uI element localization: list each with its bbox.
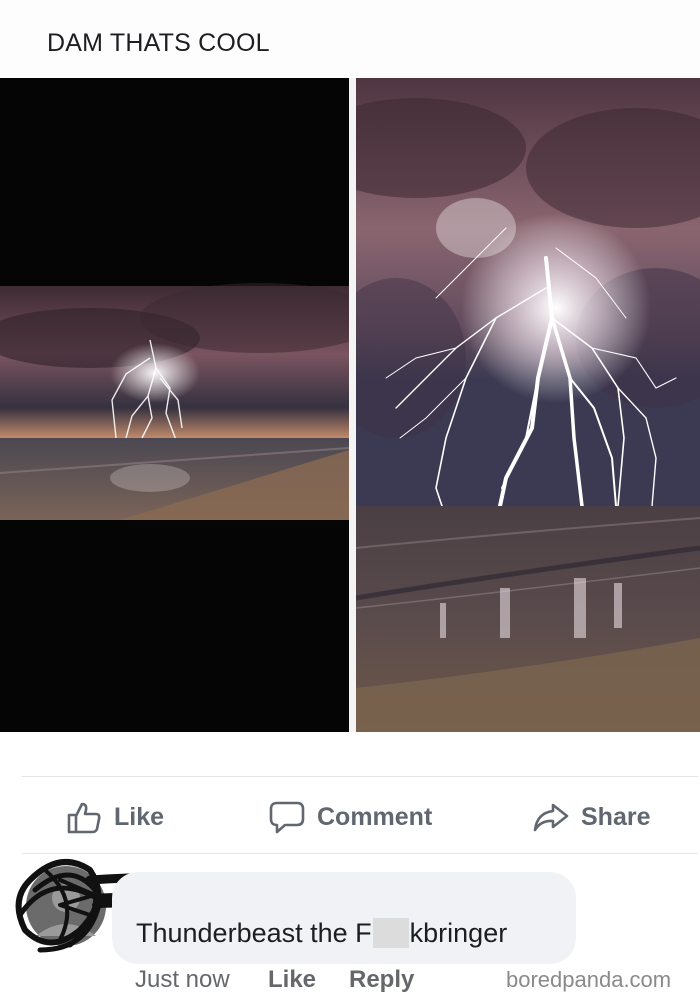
- comment-bubble-icon: [269, 801, 305, 834]
- comment-reply-link[interactable]: Reply: [349, 966, 414, 994]
- avatar-image: [26, 866, 106, 946]
- lightning-photo-large: [356, 78, 700, 732]
- thumbs-up-icon: [67, 802, 101, 834]
- comment-text-end: kbringer: [409, 918, 508, 948]
- comment-timestamp: Just now: [135, 966, 230, 993]
- photo-right[interactable]: [356, 78, 700, 732]
- like-label: Like: [114, 802, 165, 831]
- comment-bubble: Thunderbeast the F kbringer: [112, 872, 576, 964]
- comment-text: Thunderbeast the F kbringer: [136, 918, 507, 949]
- comment-button[interactable]: Comment: [269, 795, 432, 839]
- share-arrow-icon: [533, 803, 569, 832]
- share-label: Share: [581, 802, 651, 831]
- post-header: DAM THATS COOL: [0, 0, 700, 78]
- photo-gap: [349, 78, 356, 732]
- divider-top: [22, 776, 698, 777]
- avatar[interactable]: [22, 862, 110, 950]
- photo-left[interactable]: [0, 78, 349, 732]
- comment-label: Comment: [317, 802, 433, 831]
- like-button[interactable]: Like: [66, 795, 164, 839]
- share-button[interactable]: Share: [533, 795, 650, 839]
- comment-text-start: Thunderbeast the F: [136, 918, 372, 948]
- censor-block: [372, 918, 409, 948]
- divider-bottom: [22, 853, 698, 854]
- post-text: DAM THATS COOL: [47, 29, 270, 57]
- comment-like-link[interactable]: Like: [268, 966, 316, 994]
- lightning-photo-small: [0, 78, 349, 732]
- watermark: boredpanda.com: [506, 967, 672, 992]
